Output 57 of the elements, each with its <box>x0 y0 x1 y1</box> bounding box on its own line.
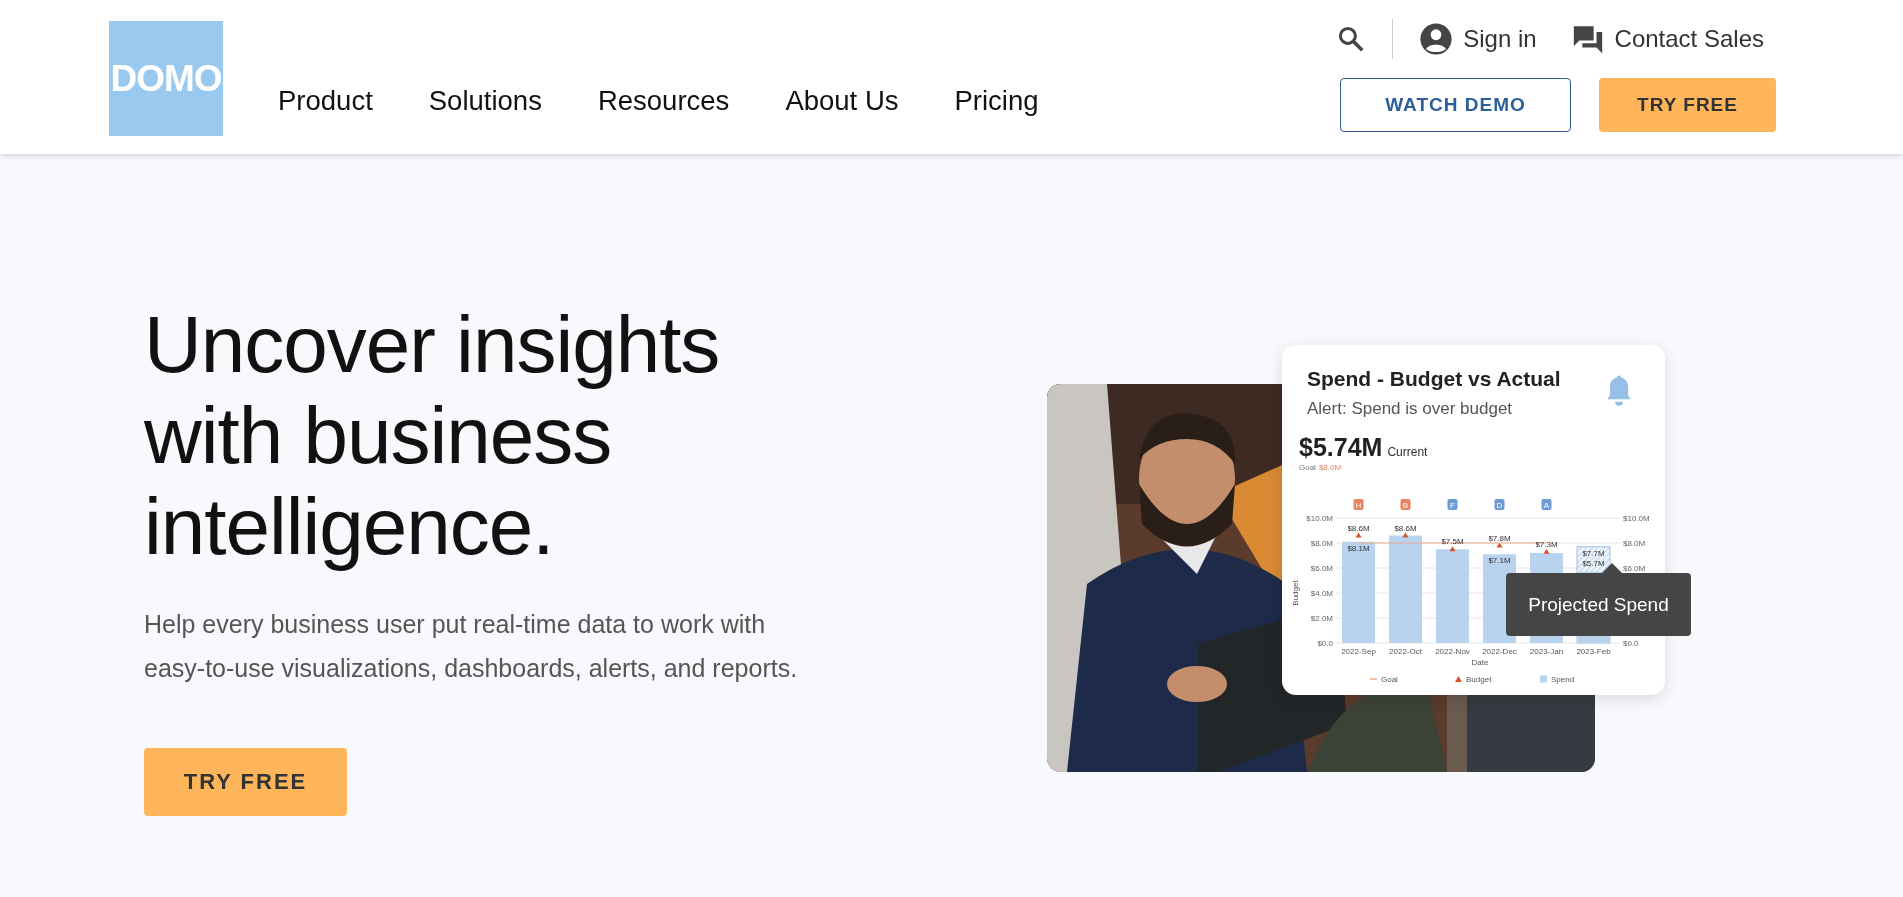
value-label: $7.7M <box>1582 548 1605 558</box>
metric-label: Current <box>1387 445 1428 459</box>
axis-label: $10.0M <box>1623 514 1650 523</box>
tooltip: Projected Spend <box>1506 573 1691 636</box>
hero-description: Help every business user put real-time data to work with easy-to-use visualizations, dashboards, alerts, and reports. <box>144 609 799 684</box>
budget-marker <box>1402 532 1409 538</box>
value-label: $8.6M <box>1347 523 1370 533</box>
headline: Uncover insights with business intelligence. <box>144 299 721 572</box>
try-free-button[interactable]: TRY FREE <box>144 748 347 816</box>
legend-label: Budget <box>1466 675 1492 684</box>
value-label: $8.6M <box>1394 523 1417 533</box>
value-label: $7.1M <box>1488 556 1511 566</box>
axis-label: 2023-Feb <box>1576 647 1611 656</box>
axis-label: 2023-Jan <box>1529 647 1564 656</box>
axis-label: 2022-Nov <box>1435 647 1470 656</box>
axis-label: $0.0 <box>1317 639 1333 648</box>
goal-value: $8.0M <box>1318 463 1342 472</box>
nav-link[interactable]: Pricing <box>954 85 1039 117</box>
legend-swatch <box>1540 675 1547 683</box>
legend-swatch <box>1455 676 1462 682</box>
card-title: Spend - Budget vs Actual <box>1307 367 1561 391</box>
budget-marker <box>1449 546 1456 552</box>
axis-label: 2022-Dec <box>1482 647 1517 656</box>
value-label: $7.3M <box>1535 539 1558 549</box>
nav-link[interactable]: About Us <box>785 85 899 117</box>
alert-text: Alert: Spend is over budget <box>1307 399 1514 419</box>
value-label: $8.1M <box>1347 543 1370 553</box>
nav-link[interactable]: Resources <box>597 85 730 117</box>
metric-value: $5.74M <box>1299 433 1383 462</box>
axis-label: $2.0M <box>1310 614 1333 623</box>
watch-demo-button[interactable]: WATCH DEMO <box>1340 78 1571 132</box>
tooltip-pointer <box>1602 563 1622 573</box>
axis-label: $6.0M <box>1310 564 1333 573</box>
axis-label: $6.0M <box>1623 564 1646 573</box>
contact-link[interactable]: Contact Sales <box>1558 22 1776 56</box>
axis-title: Budget <box>1291 580 1300 606</box>
value-label: $7.5M <box>1441 537 1464 547</box>
nav-link[interactable]: Product <box>278 85 373 117</box>
axis-label: 2022-Oct <box>1389 647 1422 656</box>
axis-label: $10.0M <box>1306 514 1333 523</box>
axis-label: $8.0M <box>1310 539 1333 548</box>
goal-label: Goal <box>1299 463 1316 472</box>
budget-marker <box>1355 532 1362 538</box>
axis-label: $0.0 <box>1623 639 1639 648</box>
value-label: $7.8M <box>1488 533 1511 543</box>
axis-label: $8.0M <box>1623 539 1646 548</box>
sign-in-link[interactable]: Sign in <box>1407 22 1549 56</box>
axis-label: $4.0M <box>1310 589 1333 598</box>
legend-label: Goal <box>1381 675 1398 684</box>
account-icon <box>1419 22 1454 56</box>
nav-link[interactable]: Solutions <box>428 85 542 117</box>
legend-label: Spend <box>1551 675 1575 684</box>
try-free-button[interactable]: TRY FREE <box>1599 78 1776 132</box>
axis-label: 2022-Sep <box>1341 647 1376 656</box>
value-label: $5.7M <box>1582 558 1605 568</box>
budget-marker <box>1496 542 1503 548</box>
axis-title: Date <box>1471 658 1489 667</box>
